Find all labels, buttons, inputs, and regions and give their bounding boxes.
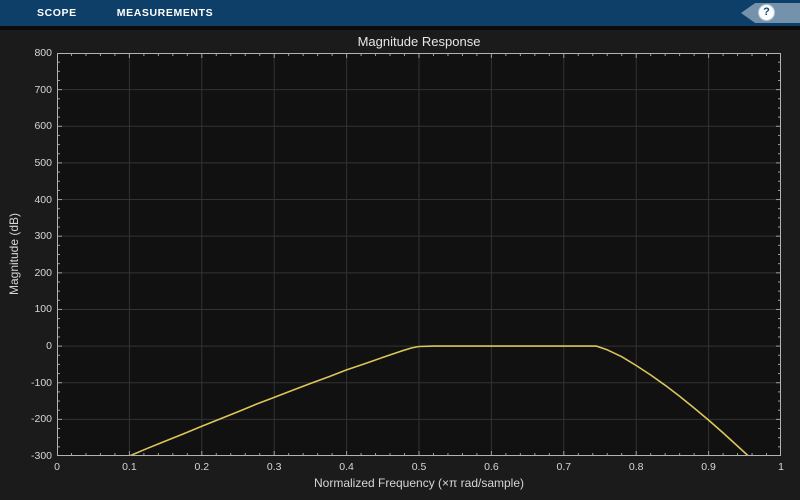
y-tick-label: 800 bbox=[34, 47, 52, 59]
y-tick-label: 0 bbox=[46, 340, 52, 353]
scope-window: SCOPE MEASUREMENTS ? Magnitude Response … bbox=[0, 0, 800, 500]
toolbar-tabstrip: SCOPE MEASUREMENTS ? bbox=[0, 0, 800, 26]
y-tick-labels: -300 -200 -100 0 100 200 300 400 500 600 700 800 bbox=[0, 0, 52, 500]
y-tick-label: 400 bbox=[34, 193, 52, 206]
y-tick-label: 500 bbox=[34, 156, 52, 169]
response-curve bbox=[128, 345, 750, 456]
x-axis-label: Normalized Frequency (×π rad/sample) bbox=[313, 476, 525, 490]
x-tick-label: 0.8 bbox=[628, 461, 644, 473]
tab-measurements[interactable]: MEASUREMENTS bbox=[117, 0, 213, 26]
y-tick-label: 600 bbox=[34, 120, 52, 133]
help-tag[interactable]: ? bbox=[741, 3, 800, 23]
x-tick-labels: 0 0.1 0.2 0.3 0.4 0.5 0.6 0.7 0.8 0.9 1 bbox=[54, 461, 784, 474]
x-tick-label: 0.1 bbox=[122, 461, 137, 473]
chart-title: Magnitude Response bbox=[357, 34, 481, 49]
x-tick-label: 0.2 bbox=[194, 461, 210, 473]
x-tick-label: 0.4 bbox=[339, 461, 354, 473]
y-tick-label: -300 bbox=[30, 450, 52, 462]
toolbar-shadow bbox=[0, 26, 800, 30]
y-tick-label: 300 bbox=[34, 230, 52, 243]
x-tick-label: 0.5 bbox=[411, 461, 427, 473]
x-tick-label: 0.3 bbox=[266, 461, 282, 473]
plot-area[interactable] bbox=[57, 53, 781, 456]
plot-svg[interactable] bbox=[57, 53, 781, 456]
help-icon[interactable]: ? bbox=[758, 4, 775, 21]
x-tick-label: 1 bbox=[778, 461, 784, 473]
x-tick-label: 0.7 bbox=[556, 461, 572, 473]
y-tick-label: 100 bbox=[34, 303, 52, 316]
y-tick-label: 200 bbox=[34, 266, 52, 279]
y-tick-label: -100 bbox=[30, 376, 52, 389]
x-tick-label: 0.6 bbox=[484, 461, 499, 473]
y-tick-label: -200 bbox=[30, 413, 52, 426]
y-tick-label: 700 bbox=[34, 83, 52, 96]
x-tick-label: 0.9 bbox=[701, 461, 716, 473]
